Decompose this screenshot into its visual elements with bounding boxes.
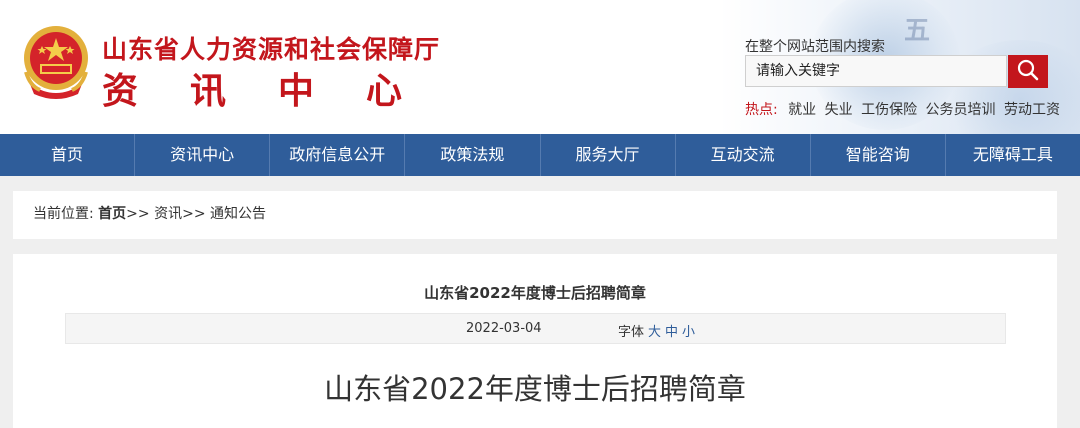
nav-item-accessibility[interactable]: 无障碍工具: [946, 134, 1080, 176]
breadcrumb-news-link[interactable]: 资讯: [154, 206, 182, 222]
search-label: 在整个网站范围内搜索: [745, 39, 885, 55]
hot-link[interactable]: 工伤保险: [861, 102, 917, 118]
search-input[interactable]: 请输入关键字: [745, 55, 1007, 87]
search-icon: [1017, 59, 1039, 81]
breadcrumb-notice-link[interactable]: 通知公告: [210, 206, 266, 222]
font-size-label: 字体: [618, 325, 645, 340]
hot-label: 热点:: [745, 102, 778, 118]
breadcrumb-prefix: 当前位置:: [33, 206, 94, 222]
font-size-small[interactable]: 小: [682, 325, 695, 340]
breadcrumb-separator: >>: [182, 206, 211, 222]
nav-item-consult[interactable]: 智能咨询: [811, 134, 946, 176]
nav-item-home[interactable]: 首页: [0, 134, 136, 176]
font-size-large[interactable]: 大: [648, 325, 661, 340]
font-size-switcher: 字体大中小: [618, 321, 695, 340]
article-heading: 山东省2022年度博士后招聘简章: [324, 372, 746, 406]
subtitle-char: 中: [278, 70, 315, 112]
nav-item-gov-info[interactable]: 政府信息公开: [270, 134, 406, 176]
article-title: 山东省2022年度博士后招聘简章: [424, 284, 646, 302]
breadcrumb: 当前位置: 首页>> 资讯>> 通知公告: [13, 191, 1057, 239]
article-panel: 山东省2022年度博士后招聘简章 2022-03-04 字体大中小 山东省202…: [13, 254, 1057, 428]
subtitle-char: 资: [102, 70, 139, 112]
nav-item-policy[interactable]: 政策法规: [405, 134, 541, 176]
article-meta-bar: 2022-03-04 字体大中小: [65, 313, 1006, 344]
site-header: 五 山东省人力资源和社会保障厅 资 讯 中 心 在整个网站范围内搜索 请输入关键字 热…: [0, 0, 1080, 134]
main-nav: 首页 资讯中心 政府信息公开 政策法规 服务大厅 互动交流 智能咨询 无障碍工具: [0, 134, 1080, 176]
breadcrumb-separator: >>: [126, 206, 155, 222]
nav-item-news[interactable]: 资讯中心: [135, 134, 271, 176]
hot-link[interactable]: 就业: [788, 102, 816, 118]
nav-item-interaction[interactable]: 互动交流: [676, 134, 811, 176]
nav-item-service[interactable]: 服务大厅: [541, 134, 676, 176]
hot-link[interactable]: 失业: [825, 102, 853, 118]
font-size-medium[interactable]: 中: [665, 325, 678, 340]
breadcrumb-home-link[interactable]: 首页: [98, 206, 126, 222]
hot-link[interactable]: 劳动工资: [1004, 102, 1060, 118]
search-button[interactable]: [1008, 55, 1048, 88]
subtitle-char: 讯: [190, 70, 227, 112]
decoration-glyph: 五: [903, 16, 930, 46]
site-subtitle: 资讯中心: [102, 62, 454, 114]
national-emblem-icon: [24, 26, 88, 99]
article-date: 2022-03-04: [466, 321, 542, 336]
site-title: 山东省人力资源和社会保障厅: [102, 35, 441, 64]
subtitle-char: 心: [366, 70, 403, 112]
hot-topics: 热点: 就业 失业 工伤保险 公务员培训 劳动工资: [745, 99, 1064, 119]
hot-link[interactable]: 公务员培训: [926, 102, 996, 118]
